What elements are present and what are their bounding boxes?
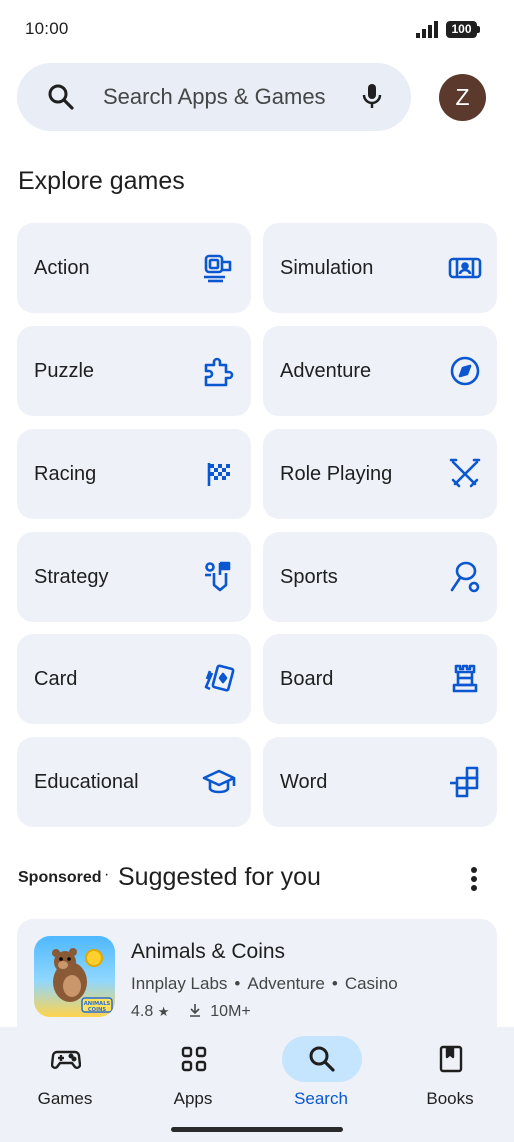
nav-games[interactable]: Games [0, 1027, 128, 1127]
nav-books[interactable]: Books [385, 1027, 513, 1127]
crossed-swords-icon [449, 458, 481, 488]
app-name: Animals & Coins [131, 940, 286, 963]
category-puzzle[interactable]: Puzzle [17, 326, 251, 416]
nav-search[interactable]: Search [256, 1027, 384, 1127]
battery-level: 100 [451, 22, 472, 36]
app-meta: Innplay Labs • Adventure • Casino [131, 974, 398, 994]
book-icon [439, 1045, 463, 1073]
explore-games-title: Explore games [18, 167, 185, 195]
word-tiles-icon [450, 766, 479, 798]
category-strategy[interactable]: Strategy [17, 532, 251, 622]
app-genre: Casino [344, 974, 398, 993]
nav-label: Games [37, 1089, 93, 1108]
app-icon: ANIMALS COINS [34, 936, 115, 1017]
play-store-search-screen: 10:00 100 Search Apps & Games Z Explore … [0, 0, 514, 1142]
suggested-title: Suggested for you [118, 863, 321, 891]
nav-label: Apps [173, 1089, 213, 1108]
nav-label: Books [426, 1089, 474, 1108]
app-stats: 4.8 ★ 10M+ [131, 1003, 251, 1021]
download-icon [189, 1004, 200, 1017]
meta-separator: • [234, 974, 241, 993]
chess-rook-icon [452, 664, 478, 693]
strategy-icon [205, 561, 231, 592]
separator-dot: · [104, 866, 110, 883]
category-label: Simulation [280, 257, 374, 279]
category-action[interactable]: Action [17, 223, 251, 313]
meta-separator: • [331, 974, 338, 993]
sponsored-label: Sponsored [18, 869, 102, 886]
graduation-cap-icon [202, 769, 236, 794]
category-label: Action [34, 257, 90, 279]
cards-icon [204, 664, 235, 692]
category-racing[interactable]: Racing [17, 429, 251, 519]
sports-icon [450, 561, 480, 593]
category-label: Racing [34, 463, 97, 485]
app-developer: Innplay Labs [131, 974, 228, 993]
category-label: Word [280, 771, 328, 793]
home-indicator[interactable] [171, 1127, 343, 1132]
category-label: Sports [280, 566, 338, 588]
category-label: Puzzle [34, 360, 95, 382]
app-downloads: 10M+ [210, 1003, 251, 1020]
gamepad-icon [51, 1050, 81, 1069]
app-rating: 4.8 [131, 1003, 154, 1020]
apps-grid-icon [181, 1046, 207, 1072]
search-input[interactable]: Search Apps & Games [103, 84, 326, 110]
category-role-playing[interactable]: Role Playing [263, 429, 497, 519]
category-label: Role Playing [280, 463, 393, 485]
category-word[interactable]: Word [263, 737, 497, 827]
compass-icon [450, 356, 480, 386]
avatar[interactable]: Z [439, 74, 486, 121]
category-adventure[interactable]: Adventure [263, 326, 497, 416]
bottom-navigation: Games Apps Search Books [0, 1027, 514, 1142]
signal-icon [416, 21, 438, 38]
nav-apps[interactable]: Apps [128, 1027, 256, 1127]
app-genre: Adventure [247, 974, 325, 993]
search-icon [48, 84, 74, 110]
category-label: Card [34, 668, 78, 690]
more-vert-icon[interactable] [462, 864, 486, 894]
category-board[interactable]: Board [263, 634, 497, 724]
status-time: 10:00 [25, 19, 69, 38]
search-icon [309, 1046, 335, 1072]
nav-label: Search [294, 1089, 348, 1108]
puzzle-icon [204, 357, 234, 387]
category-simulation[interactable]: Simulation [263, 223, 497, 313]
action-icon [204, 254, 232, 283]
category-sports[interactable]: Sports [263, 532, 497, 622]
category-label: Strategy [34, 566, 109, 588]
category-educational[interactable]: Educational [17, 737, 251, 827]
microphone-icon[interactable] [357, 81, 387, 111]
category-card[interactable]: Card [17, 634, 251, 724]
checkered-flag-icon [207, 463, 230, 486]
category-label: Educational [34, 771, 139, 793]
search-bar[interactable]: Search Apps & Games [17, 63, 411, 131]
category-label: Board [280, 668, 334, 690]
star-icon: ★ [157, 1004, 170, 1019]
category-label: Adventure [280, 360, 372, 382]
svg-text:COINS: COINS [88, 1007, 106, 1013]
simulation-icon [448, 257, 482, 279]
status-bar: 10:00 100 [0, 0, 514, 56]
battery-icon: 100 [446, 21, 480, 38]
